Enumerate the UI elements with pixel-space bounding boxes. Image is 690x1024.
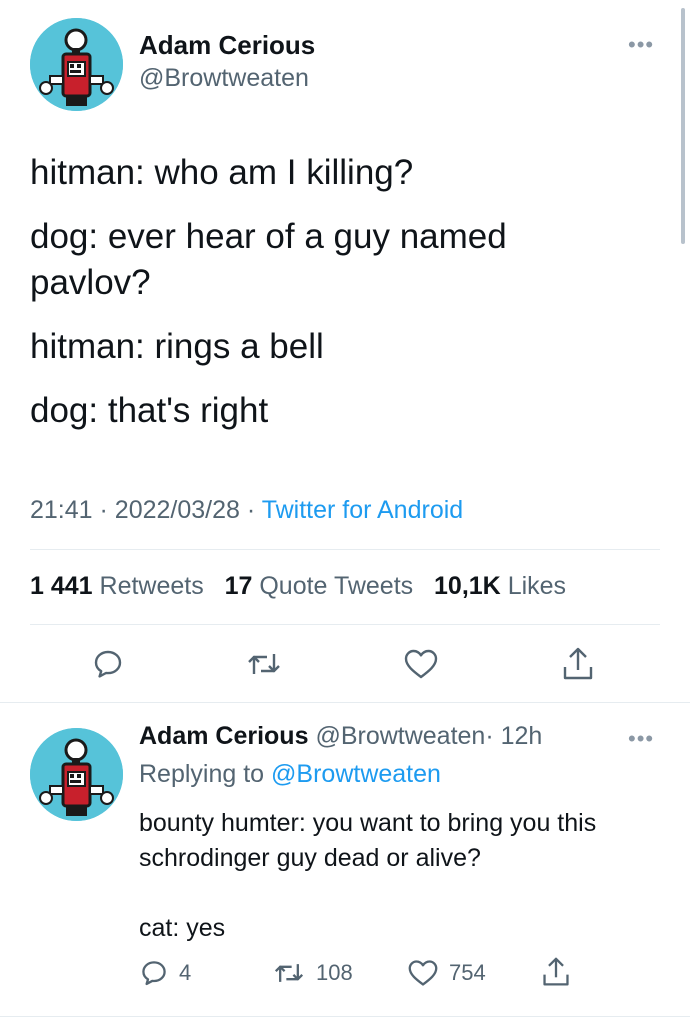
reply-button[interactable]: [86, 642, 130, 686]
quotes-count: 17: [224, 572, 253, 600]
tweet-source-link[interactable]: Twitter for Android: [262, 496, 463, 524]
retweet-icon: [248, 654, 280, 674]
quotes-stat[interactable]: 17 Quote Tweets: [225, 572, 421, 600]
reply-text-line: bounty humter: you want to bring you thi…: [139, 809, 597, 837]
retweets-count: 1 441: [30, 572, 93, 600]
divider: [0, 1016, 690, 1017]
share-button[interactable]: [556, 642, 600, 686]
author-handle[interactable]: @Browtweaten: [139, 64, 309, 93]
reply-like-button[interactable]: 754: [407, 958, 486, 988]
retweet-icon: [274, 964, 304, 982]
meta-separator: ·: [99, 496, 108, 524]
reply-text: bounty humter: you want to bring you thi…: [139, 806, 679, 946]
replying-to: Replying to @Browtweaten: [139, 760, 441, 789]
reply-time[interactable]: · 12h: [485, 722, 542, 750]
tweet-line: dog: that's right: [30, 391, 269, 430]
reply-author-handle[interactable]: @Browtweaten: [315, 722, 485, 750]
more-options-icon[interactable]: •••: [628, 34, 654, 56]
replying-to-prefix: Replying to: [139, 760, 265, 788]
divider: [0, 702, 690, 703]
tweet-time[interactable]: 21:41: [30, 496, 93, 524]
scrollbar[interactable]: [681, 8, 685, 244]
tweet-line: hitman: rings a bell: [30, 327, 324, 366]
divider: [30, 549, 660, 550]
retweets-label: Retweets: [99, 572, 204, 600]
like-button[interactable]: [399, 642, 443, 686]
like-icon: [404, 649, 438, 679]
robot-avatar-icon: [30, 728, 123, 821]
replying-to-handle[interactable]: @Browtweaten: [271, 760, 441, 788]
reply-text-line: schrodinger guy dead or alive?: [139, 844, 481, 872]
like-icon: [408, 960, 438, 986]
reply-icon: [94, 650, 122, 678]
likes-stat[interactable]: 10,1K Likes: [434, 572, 566, 600]
tweet-stats: 1 441 Retweets 17 Quote Tweets 10,1K Lik…: [30, 572, 566, 601]
robot-avatar-icon: [30, 18, 123, 111]
likes-label: Likes: [507, 572, 567, 600]
author-avatar[interactable]: [30, 18, 123, 111]
reply-count: 4: [179, 960, 192, 985]
reply-icon: [142, 961, 166, 986]
reply-share-button[interactable]: [541, 956, 571, 988]
tweet-meta: 21:41 · 2022/03/28 · Twitter for Android: [30, 496, 463, 525]
reply-author-avatar[interactable]: [30, 728, 123, 821]
tweet-line: dog: ever hear of a guy named pavlov?: [30, 217, 507, 302]
retweet-button[interactable]: [242, 642, 286, 686]
reply-text-line: cat: yes: [139, 914, 226, 942]
share-icon: [543, 957, 569, 986]
meta-separator: ·: [246, 496, 256, 524]
reply-more-options-icon[interactable]: •••: [628, 728, 654, 750]
reply-retweet-button[interactable]: 108: [272, 958, 353, 988]
tweet-date[interactable]: 2022/03/28: [115, 496, 240, 524]
divider: [30, 624, 660, 625]
retweet-count: 108: [316, 960, 353, 985]
tweet-text: hitman: who am I killing? dog: ever hear…: [30, 150, 650, 434]
quotes-label: Quote Tweets: [259, 572, 414, 600]
like-count: 754: [449, 960, 486, 985]
author-name[interactable]: Adam Cerious: [139, 30, 315, 61]
tweet-line: hitman: who am I killing?: [30, 153, 414, 192]
reply-reply-button[interactable]: 4: [139, 958, 191, 988]
likes-count: 10,1K: [434, 572, 501, 600]
reply-author-name[interactable]: Adam Cerious: [139, 722, 308, 750]
share-icon: [563, 647, 593, 680]
reply-header: Adam Cerious @Browtweaten· 12h: [139, 722, 542, 751]
retweets-stat[interactable]: 1 441 Retweets: [30, 572, 211, 600]
